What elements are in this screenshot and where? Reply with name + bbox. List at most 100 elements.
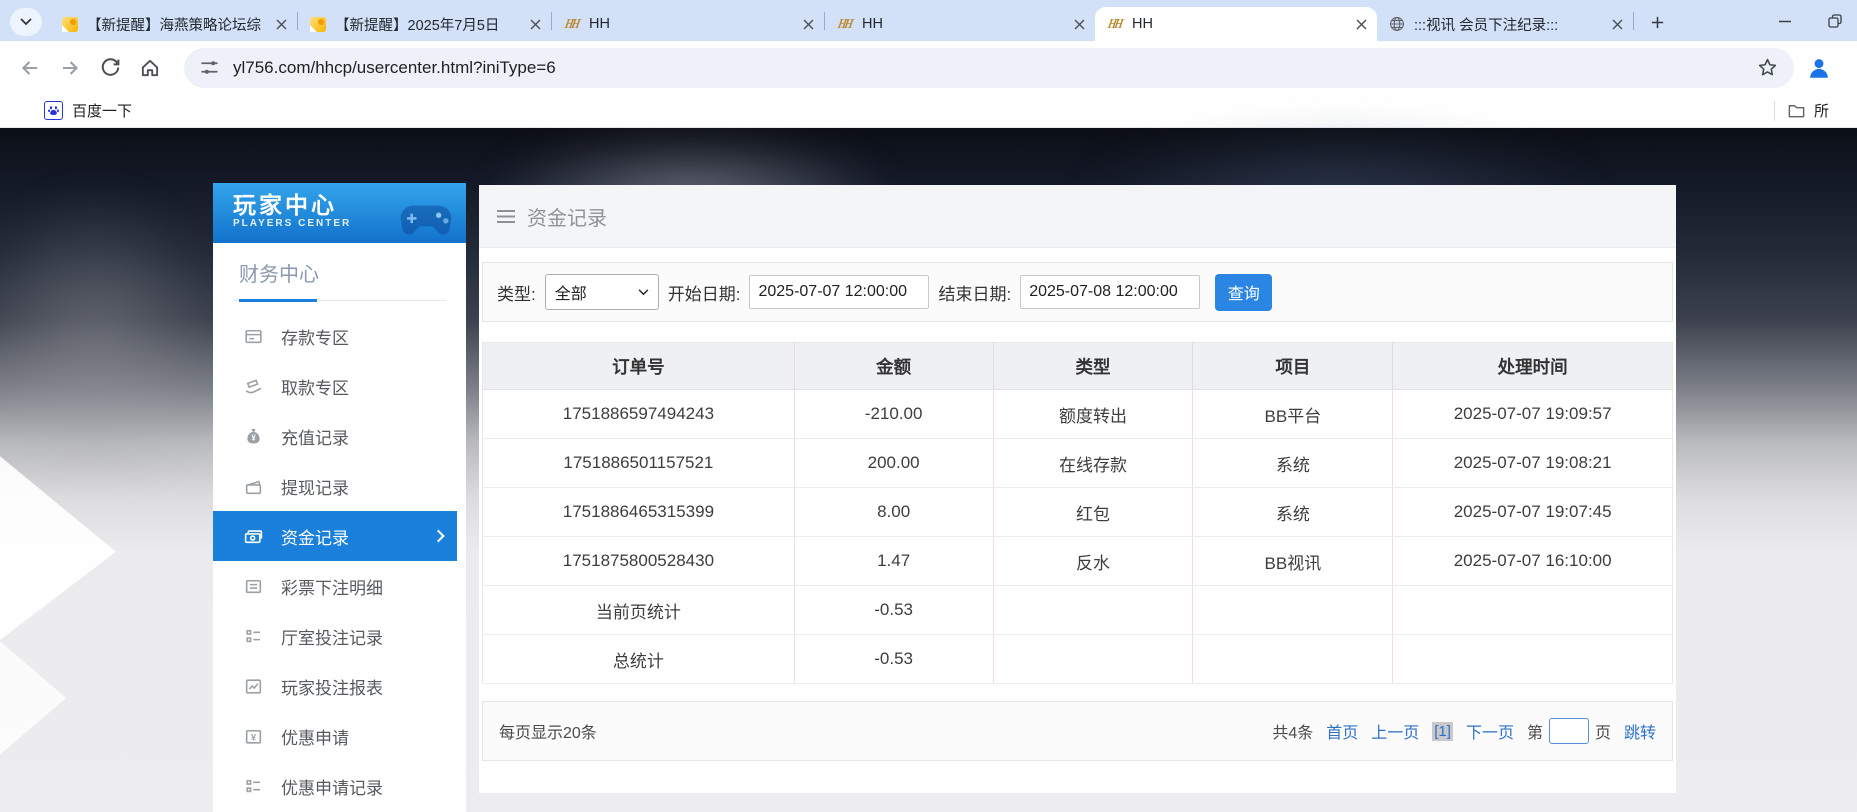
tab-title: HH <box>589 16 792 32</box>
sidebar-menu: 存款专区 取款专区 ¥ 充值记录 提现记录 资金记录 <box>213 311 466 811</box>
close-icon[interactable] <box>1609 16 1625 32</box>
table-header-row: 订单号 金额 类型 项目 处理时间 <box>483 343 1673 390</box>
type-select[interactable]: 全部 <box>545 274 659 310</box>
sidebar-item-player-bet-report[interactable]: 玩家投注报表 <box>213 661 466 711</box>
tab-video-records[interactable]: :::视讯 会员下注纪录::: <box>1377 7 1633 41</box>
tab-hh-active[interactable]: HH HH <box>1095 7 1377 41</box>
first-page-link[interactable]: 首页 <box>1326 719 1358 743</box>
chat-bubble-icon <box>309 16 326 33</box>
sidebar-item-fund-records[interactable]: 资金记录 <box>213 511 457 561</box>
cell-order-no: 1751886501157521 <box>483 439 795 488</box>
close-icon[interactable] <box>273 16 289 32</box>
page-jump-input[interactable] <box>1549 718 1589 744</box>
start-date-input[interactable] <box>749 275 929 309</box>
globe-icon <box>1388 16 1405 33</box>
url-text[interactable]: yl756.com/hhcp/usercenter.html?iniType=6 <box>233 58 1747 78</box>
tab-forum-2[interactable]: 【新提醒】2025年7月5日 <box>298 7 551 41</box>
sidebar-item-label: 资金记录 <box>281 524 349 549</box>
sidebar-item-promo-apply[interactable]: ¥ 优惠申请 <box>213 711 466 761</box>
browser-window: 【新提醒】海燕策略论坛综 【新提醒】2025年7月5日 HH HH HH HH … <box>0 0 1857 812</box>
forward-arrow-icon <box>59 57 81 79</box>
col-header-amount: 金额 <box>794 343 993 390</box>
tab-strip: 【新提醒】海燕策略论坛综 【新提醒】2025年7月5日 HH HH HH HH … <box>0 0 1857 41</box>
bookmark-baidu[interactable]: 百度一下 <box>44 100 132 121</box>
bookmark-star-button[interactable] <box>1757 57 1778 78</box>
profile-avatar-button[interactable] <box>1806 55 1832 81</box>
sidebar-item-label: 玩家投注报表 <box>281 674 383 699</box>
svg-text:¥: ¥ <box>251 433 256 442</box>
cell-type: 红包 <box>993 488 1193 537</box>
cell-time: 2025-07-07 16:10:00 <box>1393 537 1673 586</box>
cell-type: 在线存款 <box>993 439 1193 488</box>
jump-button[interactable]: 跳转 <box>1624 719 1656 743</box>
chevron-down-icon <box>20 18 32 26</box>
panel-body: 类型: 全部 开始日期: 结束日期: 查询 订单号 <box>479 248 1676 761</box>
cell-order-no: 1751886597494243 <box>483 390 795 439</box>
list-card-icon <box>243 576 264 597</box>
sidebar-item-withdrawal-records[interactable]: 提现记录 <box>213 461 466 511</box>
cell-amount: 1.47 <box>794 537 993 586</box>
type-label: 类型: <box>497 280 536 305</box>
table-row: 1751886501157521 200.00 在线存款 系统 2025-07-… <box>483 439 1673 488</box>
sidebar-item-label: 充值记录 <box>281 424 349 449</box>
divider <box>1774 101 1775 121</box>
next-page-link[interactable]: 下一页 <box>1466 719 1514 743</box>
bookmark-label: 百度一下 <box>72 100 132 121</box>
sidebar-item-promo-apply-records[interactable]: 优惠申请记录 <box>213 761 466 811</box>
current-page-indicator: [1] <box>1432 722 1453 741</box>
pagination-controls: 共4条 首页 上一页 [1] 下一页 第 页 跳转 <box>1272 718 1656 744</box>
home-button[interactable] <box>130 49 170 87</box>
background-wedge <box>0 638 66 758</box>
tab-forum-1[interactable]: 【新提醒】海燕策略论坛综 <box>50 7 297 41</box>
sidebar-item-label: 提现记录 <box>281 474 349 499</box>
end-date-input[interactable] <box>1020 275 1200 309</box>
page-size-label: 每页显示20条 <box>499 719 597 743</box>
new-tab-button[interactable] <box>1642 7 1672 37</box>
site-info-icon[interactable] <box>200 58 219 77</box>
cell-amount: -0.53 <box>794 586 993 635</box>
money-bag-icon: ¥ <box>243 426 264 447</box>
cell-amount: -0.53 <box>794 635 993 684</box>
tab-divider <box>1633 12 1634 30</box>
tab-title: :::视讯 会员下注纪录::: <box>1414 14 1601 35</box>
address-bar[interactable]: yl756.com/hhcp/usercenter.html?iniType=6 <box>184 48 1794 88</box>
close-icon[interactable] <box>1353 16 1369 32</box>
sidebar-item-recharge-records[interactable]: ¥ 充值记录 <box>213 411 466 461</box>
all-bookmarks-folder[interactable]: 所 <box>1787 100 1843 121</box>
bookmarks-overflow: 所 <box>1774 100 1843 121</box>
cell-empty <box>1193 635 1393 684</box>
sidebar-section-title: 财务中心 <box>233 258 446 301</box>
maximize-button[interactable] <box>1827 13 1843 29</box>
close-icon[interactable] <box>527 16 543 32</box>
start-date-label: 开始日期: <box>668 280 741 305</box>
tab-hh-2[interactable]: HH HH <box>825 7 1095 41</box>
minimize-button[interactable] <box>1777 13 1793 29</box>
report-chart-icon <box>243 676 264 697</box>
search-button[interactable]: 查询 <box>1215 274 1272 311</box>
hh-favicon: HH <box>1106 16 1123 33</box>
chevron-down-icon <box>638 289 649 296</box>
close-icon[interactable] <box>800 16 816 32</box>
prev-page-link[interactable]: 上一页 <box>1371 719 1419 743</box>
close-icon[interactable] <box>1071 16 1087 32</box>
chat-bubble-icon <box>61 16 78 33</box>
fund-records-table: 订单号 金额 类型 项目 处理时间 1751886597494243 -210.… <box>482 342 1673 684</box>
back-button[interactable] <box>10 49 50 87</box>
sidebar-item-lottery-bet-details[interactable]: 彩票下注明细 <box>213 561 466 611</box>
tab-search-button[interactable] <box>10 8 42 36</box>
sidebar: 玩家中心 PLAYERS CENTER 财务中心 存款专区 取款专区 ¥ 充值记… <box>213 183 466 812</box>
chevron-right-icon <box>436 529 445 543</box>
checklist-icon <box>243 776 264 797</box>
sidebar-item-hall-bet-records[interactable]: 厅室投注记录 <box>213 611 466 661</box>
reload-button[interactable] <box>90 49 130 87</box>
cell-order-no: 1751875800528430 <box>483 537 795 586</box>
cell-empty <box>1193 586 1393 635</box>
forward-button[interactable] <box>50 49 90 87</box>
sidebar-item-deposit-zone[interactable]: 存款专区 <box>213 311 466 361</box>
tab-hh-1[interactable]: HH HH <box>552 7 824 41</box>
cell-empty <box>993 586 1193 635</box>
cell-type: 额度转出 <box>993 390 1193 439</box>
sidebar-item-withdraw-zone[interactable]: 取款专区 <box>213 361 466 411</box>
page-background: 玩家中心 PLAYERS CENTER 财务中心 存款专区 取款专区 ¥ 充值记… <box>0 128 1857 812</box>
cell-project: 系统 <box>1193 439 1393 488</box>
